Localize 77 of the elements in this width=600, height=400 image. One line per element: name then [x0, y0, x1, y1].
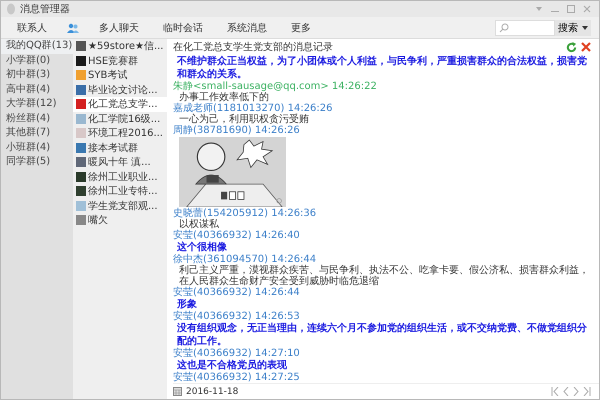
- category-item[interactable]: 初中群(3): [1, 68, 73, 82]
- message-sender: 安莹(40366932) 14:27:25: [173, 372, 301, 383]
- search-field[interactable]: [495, 20, 555, 36]
- category-item[interactable]: 其他群(7): [1, 126, 73, 140]
- group-name: 接本考试群: [88, 142, 138, 155]
- message-sender: 嘉成老师(1181013270) 14:26:26: [173, 103, 334, 114]
- close-icon[interactable]: [583, 5, 591, 13]
- group-item[interactable]: 接本考试群: [73, 140, 167, 155]
- message-text: 这也是不合格党员的表现: [176, 359, 288, 372]
- group-item[interactable]: HSE竞赛群: [73, 54, 167, 68]
- refresh-icon[interactable]: [566, 42, 577, 52]
- group-name: 环境工程2016...: [88, 126, 163, 140]
- message-sender: 安莹(40366932) 14:26:40: [173, 230, 301, 241]
- group-name: 化工学院16级...: [88, 112, 160, 126]
- group-name: 嘴欠: [88, 214, 108, 228]
- message-sender: 徐中杰(361094570) 14:26:44: [173, 254, 318, 265]
- tab[interactable]: 更多: [281, 18, 321, 38]
- message-sender: 周静(38781690) 14:26:26: [173, 125, 301, 136]
- group-item[interactable]: 嘴欠: [73, 213, 167, 228]
- group-item[interactable]: ★59store★信...: [73, 39, 167, 54]
- message-text: 办事工作效率低下的: [179, 92, 270, 103]
- group-name: 徐州工业职业...: [88, 170, 158, 184]
- tab[interactable]: 联系人: [7, 18, 57, 38]
- search-icon: [499, 22, 509, 32]
- close-icon[interactable]: [581, 42, 591, 52]
- group-name: 学生党支部观...: [88, 200, 158, 213]
- message-sender: 朱静<small-sausage@qq.com> 14:26:22: [173, 81, 378, 92]
- message-text: 一心为己，利用职权贪污受贿: [178, 114, 310, 125]
- history-title: 在化工党总支学生党支部的消息记录: [173, 40, 333, 54]
- message-text: 不维护群众正当权益，为了小团体或个人利益，与民争利，严重损害群众的合法权益，损害党和群众的关系。: [176, 55, 588, 80]
- message-text: 形象: [176, 298, 198, 310]
- group-item[interactable]: 徐州工业职业...: [73, 170, 167, 184]
- tab[interactable]: 系统消息: [217, 18, 277, 38]
- first-page-icon[interactable]: [551, 387, 559, 396]
- message-sender: 安莹(40366932) 14:27:10: [173, 348, 301, 359]
- group-name: 徐州工业专特...: [88, 184, 158, 198]
- tab[interactable]: 多人聊天: [89, 18, 149, 38]
- category-item[interactable]: 高中群(4): [1, 82, 73, 97]
- category-item[interactable]: 同学群(5): [1, 155, 73, 170]
- group-item[interactable]: 毕业论文讨论...: [73, 82, 167, 97]
- maximize-icon[interactable]: [567, 5, 575, 13]
- message-sender: 史晓蕾(154205912) 14:26:36: [173, 208, 318, 219]
- tab[interactable]: 临时会话: [153, 18, 213, 38]
- message-sender: 安莹(40366932) 14:26:44: [173, 287, 301, 298]
- group-item[interactable]: 环境工程2016...: [73, 126, 167, 140]
- category-item[interactable]: 粉丝群(4): [1, 112, 73, 126]
- window-title: 消息管理器: [20, 2, 70, 16]
- group-name: 化工党总支学...: [88, 98, 158, 112]
- group-name: SYB考试: [88, 68, 128, 82]
- group-name: ★59store★信...: [88, 40, 164, 54]
- calendar-icon[interactable]: [173, 387, 182, 396]
- group-item[interactable]: 化工党总支学...: [73, 97, 167, 112]
- caret-icon: [582, 26, 588, 30]
- message-sender: 安莹(40366932) 14:26:53: [173, 311, 301, 322]
- date-label: 2016-11-18: [186, 386, 238, 396]
- group-icon: [67, 22, 79, 32]
- group-name: HSE竞赛群: [88, 54, 138, 68]
- group-item[interactable]: 学生党支部观...: [73, 198, 167, 213]
- group-item[interactable]: 徐州工业专特...: [73, 184, 167, 198]
- group-item[interactable]: 暖风十年 滇...: [73, 155, 167, 170]
- category-item[interactable]: 小学群(0): [1, 54, 73, 68]
- dropdown-icon[interactable]: [535, 5, 543, 13]
- group-name: 毕业论文讨论...: [88, 84, 158, 97]
- last-page-icon[interactable]: [583, 387, 591, 396]
- message-text: 以权谋私: [179, 219, 220, 230]
- message-text: 这个很相像: [176, 241, 228, 254]
- group-item[interactable]: 化工学院16级...: [73, 112, 167, 126]
- category-item[interactable]: 大学群(12): [1, 97, 73, 112]
- group-item[interactable]: SYB考试: [73, 68, 167, 82]
- category-item[interactable]: 我的QQ群(13): [1, 39, 73, 54]
- group-name: 暖风十年 滇...: [88, 156, 151, 170]
- message-text: 没有组织观念，无正当理由，连续六个月不参加党的组织生活，或不交纳党费、不做党组织分配的工作。: [176, 322, 588, 348]
- message-text: 利己主义严重，漠视群众疾苦、与民争利、执法不公、吃拿卡要、假公济私、损害群众利益，在人民群众生命财产安全受到威胁时临危退缩: [179, 265, 590, 287]
- search-button[interactable]: 搜索: [555, 20, 591, 36]
- category-item[interactable]: 小班群(4): [1, 140, 73, 155]
- previous-icon[interactable]: [563, 387, 569, 396]
- next-icon[interactable]: [573, 387, 579, 396]
